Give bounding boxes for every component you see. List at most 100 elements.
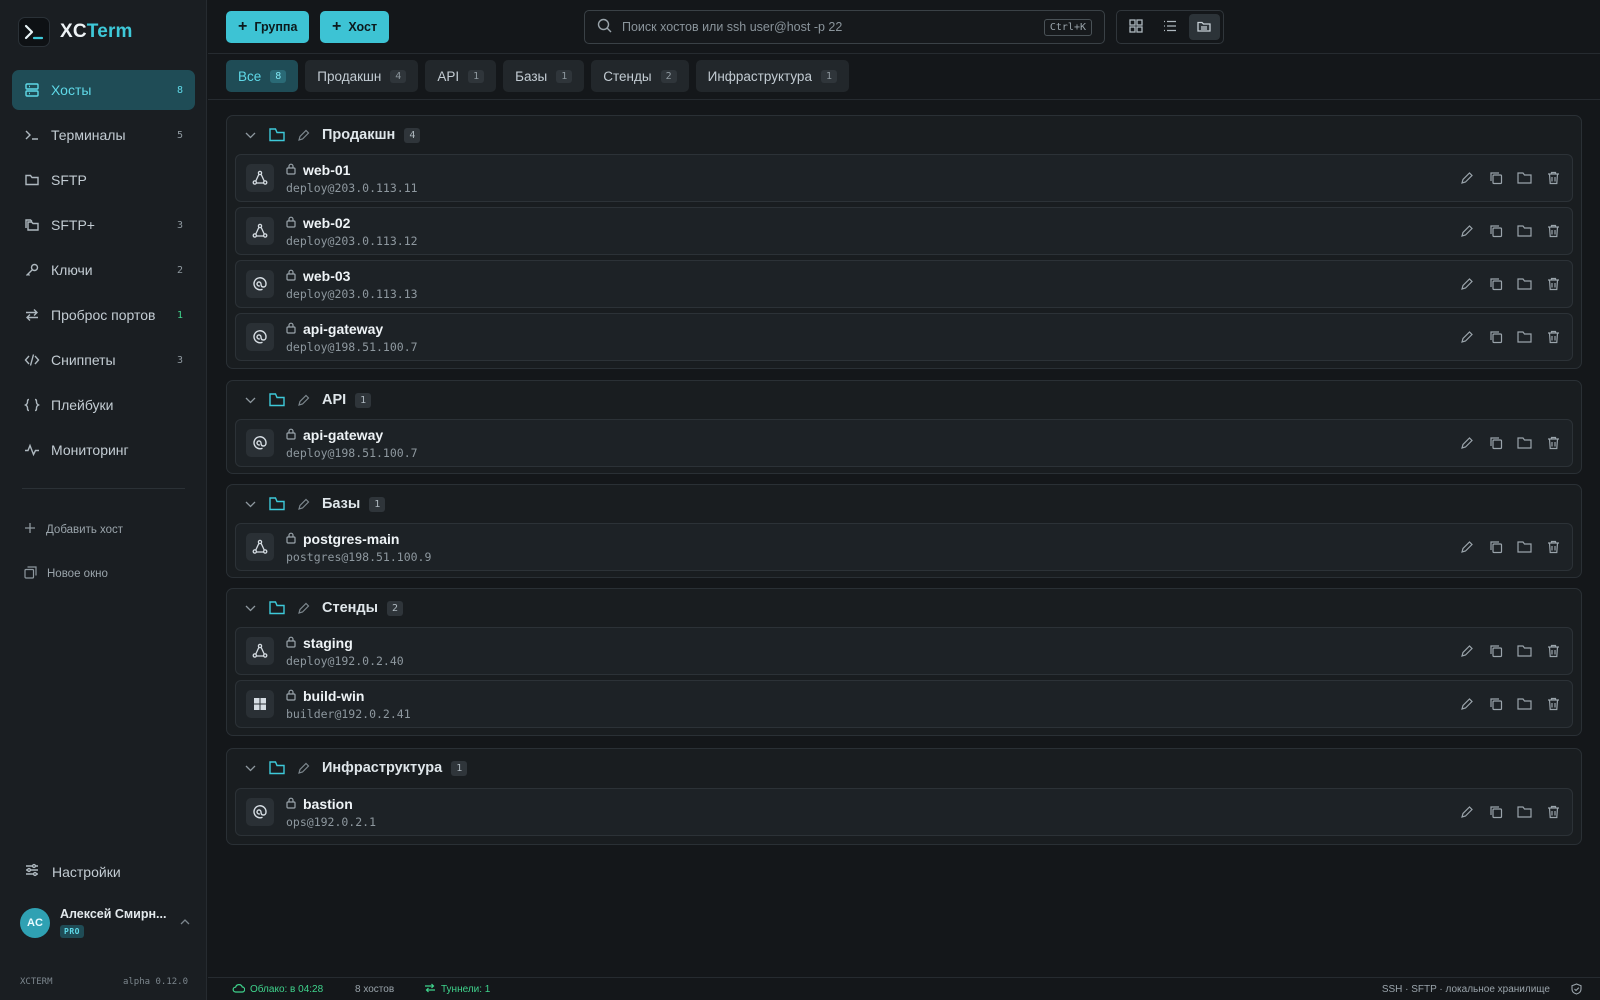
tunnels-status[interactable]: Туннели: 1 bbox=[424, 983, 490, 996]
copy-icon[interactable] bbox=[1487, 275, 1504, 292]
group-header[interactable]: API 1 bbox=[227, 381, 1581, 419]
chevron-down-icon[interactable] bbox=[245, 397, 259, 404]
edit-group-icon[interactable] bbox=[297, 129, 310, 142]
copy-icon[interactable] bbox=[1487, 803, 1504, 820]
sidebar-item-keys[interactable]: Ключи 2 bbox=[12, 250, 195, 290]
list-view-button[interactable] bbox=[1154, 14, 1185, 40]
grouped-view-button[interactable] bbox=[1188, 14, 1220, 40]
copy-icon[interactable] bbox=[1487, 169, 1504, 186]
host-row[interactable]: staging deploy@192.0.2.40 bbox=[235, 627, 1573, 675]
tab-databases[interactable]: Базы 1 bbox=[503, 60, 585, 92]
copy-icon[interactable] bbox=[1487, 222, 1504, 239]
shield-icon[interactable] bbox=[1571, 983, 1582, 995]
group-header[interactable]: Продакшн 4 bbox=[227, 116, 1581, 154]
edit-icon[interactable] bbox=[1458, 538, 1475, 555]
host-address: deploy@198.51.100.7 bbox=[286, 445, 418, 460]
group-header[interactable]: Базы 1 bbox=[227, 485, 1581, 523]
sidebar-item-label: Плейбуки bbox=[51, 397, 114, 413]
add-host-top-button[interactable]: + Хост bbox=[320, 11, 390, 43]
host-address: deploy@203.0.113.12 bbox=[286, 233, 418, 248]
sidebar-item-hosts[interactable]: Хосты 8 bbox=[12, 70, 195, 110]
lock-icon bbox=[286, 162, 296, 178]
sidebar-item-port-forwarding[interactable]: Проброс портов 1 bbox=[12, 295, 195, 335]
edit-group-icon[interactable] bbox=[297, 602, 310, 615]
sidebar-item-terminals[interactable]: Терминалы 5 bbox=[12, 115, 195, 155]
code-icon bbox=[24, 352, 40, 368]
trash-icon[interactable] bbox=[1545, 169, 1562, 186]
trash-icon[interactable] bbox=[1545, 695, 1562, 712]
app-logo[interactable]: XCTerm bbox=[18, 17, 133, 47]
sidebar-item-monitoring[interactable]: Мониторинг bbox=[12, 430, 195, 470]
edit-group-icon[interactable] bbox=[297, 394, 310, 407]
host-row[interactable]: web-01 deploy@203.0.113.11 bbox=[235, 154, 1573, 202]
chevron-down-icon[interactable] bbox=[245, 132, 259, 139]
sidebar-item-label: Сниппеты bbox=[51, 352, 116, 368]
edit-icon[interactable] bbox=[1458, 642, 1475, 659]
new-window-button[interactable]: Новое окно bbox=[24, 566, 108, 582]
user-name: Алексей Смирн... bbox=[60, 907, 167, 921]
add-group-button[interactable]: + Группа bbox=[226, 11, 310, 43]
trash-icon[interactable] bbox=[1545, 434, 1562, 451]
host-row[interactable]: api-gateway deploy@198.51.100.7 bbox=[235, 313, 1573, 361]
user-profile[interactable]: AC Алексей Смирн... PRO bbox=[20, 907, 190, 938]
copy-icon[interactable] bbox=[1487, 328, 1504, 345]
host-row[interactable]: bastion ops@192.0.2.1 bbox=[235, 788, 1573, 836]
copy-icon[interactable] bbox=[1487, 642, 1504, 659]
chevron-down-icon[interactable] bbox=[245, 501, 259, 508]
edit-icon[interactable] bbox=[1458, 434, 1475, 451]
tab-all[interactable]: Все 8 bbox=[226, 60, 299, 92]
group-header[interactable]: Стенды 2 bbox=[227, 589, 1581, 627]
trash-icon[interactable] bbox=[1545, 222, 1562, 239]
edit-icon[interactable] bbox=[1458, 222, 1475, 239]
copy-icon[interactable] bbox=[1487, 695, 1504, 712]
host-name: web-02 bbox=[303, 214, 351, 231]
cloud-status[interactable]: Облако: в 04:28 bbox=[232, 983, 323, 996]
copy-icon[interactable] bbox=[1487, 538, 1504, 555]
tab-api[interactable]: API 1 bbox=[425, 60, 497, 92]
add-host-button[interactable]: Добавить хост bbox=[24, 522, 123, 537]
tab-infrastructure[interactable]: Инфраструктура 1 bbox=[695, 60, 849, 92]
host-row[interactable]: web-02 deploy@203.0.113.12 bbox=[235, 207, 1573, 255]
host-row[interactable]: api-gateway deploy@198.51.100.7 bbox=[235, 419, 1573, 467]
edit-icon[interactable] bbox=[1458, 695, 1475, 712]
trash-icon[interactable] bbox=[1545, 275, 1562, 292]
edit-group-icon[interactable] bbox=[297, 762, 310, 775]
edit-icon[interactable] bbox=[1458, 169, 1475, 186]
sidebar-item-sftp[interactable]: SFTP bbox=[12, 160, 195, 200]
move-to-folder-icon[interactable] bbox=[1516, 803, 1533, 820]
move-to-folder-icon[interactable] bbox=[1516, 434, 1533, 451]
trash-icon[interactable] bbox=[1545, 803, 1562, 820]
search-input[interactable] bbox=[622, 20, 1044, 34]
tab-production[interactable]: Продакшн 4 bbox=[305, 60, 419, 92]
move-to-folder-icon[interactable] bbox=[1516, 642, 1533, 659]
group-header[interactable]: Инфраструктура 1 bbox=[227, 749, 1581, 787]
edit-icon[interactable] bbox=[1458, 803, 1475, 820]
move-to-folder-icon[interactable] bbox=[1516, 328, 1533, 345]
move-to-folder-icon[interactable] bbox=[1516, 222, 1533, 239]
copy-icon[interactable] bbox=[1487, 434, 1504, 451]
tab-stands[interactable]: Стенды 2 bbox=[591, 60, 689, 92]
tab-count: 1 bbox=[556, 69, 573, 83]
trash-icon[interactable] bbox=[1545, 642, 1562, 659]
edit-group-icon[interactable] bbox=[297, 498, 310, 511]
sidebar-item-playbooks[interactable]: Плейбуки bbox=[12, 385, 195, 425]
grid-view-button[interactable] bbox=[1120, 14, 1151, 40]
host-row[interactable]: build-win builder@192.0.2.41 bbox=[235, 680, 1573, 728]
sidebar-item-sftp-plus[interactable]: SFTP+ 3 bbox=[12, 205, 195, 245]
folder-icon bbox=[24, 172, 40, 188]
sidebar-item-snippets[interactable]: Сниппеты 3 bbox=[12, 340, 195, 380]
host-row[interactable]: postgres-main postgres@198.51.100.9 bbox=[235, 523, 1573, 571]
trash-icon[interactable] bbox=[1545, 538, 1562, 555]
settings-button[interactable]: Настройки bbox=[24, 862, 121, 881]
chevron-up-icon[interactable] bbox=[180, 917, 190, 928]
move-to-folder-icon[interactable] bbox=[1516, 275, 1533, 292]
move-to-folder-icon[interactable] bbox=[1516, 538, 1533, 555]
edit-icon[interactable] bbox=[1458, 275, 1475, 292]
edit-icon[interactable] bbox=[1458, 328, 1475, 345]
move-to-folder-icon[interactable] bbox=[1516, 169, 1533, 186]
trash-icon[interactable] bbox=[1545, 328, 1562, 345]
chevron-down-icon[interactable] bbox=[245, 605, 259, 612]
host-row[interactable]: web-03 deploy@203.0.113.13 bbox=[235, 260, 1573, 308]
chevron-down-icon[interactable] bbox=[245, 765, 259, 772]
move-to-folder-icon[interactable] bbox=[1516, 695, 1533, 712]
